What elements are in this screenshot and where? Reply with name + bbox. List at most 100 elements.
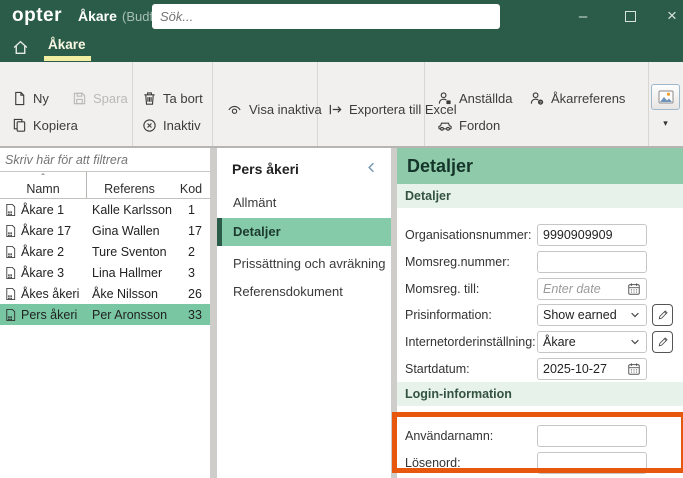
section-header-detaljer: Detaljer <box>397 184 683 208</box>
chevron-down-icon <box>631 312 639 318</box>
maximize-button[interactable] <box>613 0 647 32</box>
active-tab-underline <box>44 56 91 61</box>
copy-icon <box>13 118 26 132</box>
internet-edit-button[interactable] <box>652 331 673 353</box>
nav-item-detaljer[interactable]: Detaljer <box>217 218 391 246</box>
tab-akare[interactable]: Åkare <box>44 37 90 52</box>
momsnr-input[interactable] <box>537 251 647 273</box>
toolbar-group-image: ▾ <box>649 62 682 146</box>
home-icon[interactable] <box>12 39 29 56</box>
page-title: Detaljer <box>397 148 683 184</box>
form-row-orgnr: Organisationsnummer: <box>397 224 683 246</box>
form-row-prisinfo: Prisinformation: Show earned <box>397 304 683 326</box>
show-inactive-button[interactable]: Visa inaktiva <box>226 102 322 117</box>
toolbar-group-export: Exportera till Excel <box>318 62 457 146</box>
column-header-referens[interactable]: Referens <box>87 172 172 198</box>
form-row-anvandarnamn: Användarnamn: <box>397 425 683 447</box>
prisinfo-edit-button[interactable] <box>652 304 673 326</box>
export-arrow-icon <box>329 104 342 115</box>
maximize-icon <box>624 10 636 22</box>
carrier-reference-button[interactable]: ? Åkarreferens <box>529 91 625 106</box>
tab-bar: Åkare <box>0 32 683 62</box>
toolbar-group-edit: Ny Spara Kopiera <box>0 62 133 146</box>
momstill-date-input[interactable] <box>537 278 647 300</box>
section-header-login: Login-information <box>397 382 683 406</box>
panel-divider[interactable] <box>210 148 217 478</box>
save-icon <box>73 92 86 105</box>
circle-x-icon <box>143 119 156 132</box>
table-row-selected[interactable]: Pers åkeri Per Aronsson 33 <box>0 304 210 325</box>
internet-label: Internetorderinställning: <box>405 335 536 349</box>
form-row-startdatum: Startdatum: <box>397 358 683 380</box>
table-row[interactable]: Åkare 1 Kalle Karlsson 1 <box>0 199 210 220</box>
new-button[interactable]: Ny <box>12 91 49 106</box>
close-button[interactable]: × <box>655 0 683 32</box>
close-icon: × <box>667 6 677 25</box>
anvandarnamn-label: Användarnamn: <box>405 429 494 443</box>
orgnr-input[interactable] <box>537 224 647 246</box>
minimize-button[interactable]: – <box>566 0 600 32</box>
column-header-namn[interactable]: ˆ Namn <box>0 172 87 198</box>
losenord-input[interactable] <box>537 452 647 474</box>
inactive-button[interactable]: Inaktiv <box>142 118 201 133</box>
form-row-momsnr: Momsreg.nummer: <box>397 251 683 273</box>
table-row[interactable]: Åkare 2 Ture Sventon 2 <box>0 241 210 262</box>
anvandarnamn-input[interactable] <box>537 425 647 447</box>
internet-select[interactable]: Åkare <box>537 331 647 353</box>
company-icon <box>6 308 16 321</box>
momstill-label: Momsreg. till: <box>405 282 480 296</box>
momsnr-label: Momsreg.nummer: <box>405 255 510 269</box>
column-header-kod[interactable]: Kod <box>172 172 210 198</box>
carrier-nav-panel: Pers åkeri Allmänt Detaljer Prissättning… <box>217 148 391 478</box>
company-icon <box>6 224 16 237</box>
carrier-list-panel: ˆ Namn Referens Kod Åkare 1 Kalle Karlss… <box>0 148 210 478</box>
company-icon <box>6 266 16 279</box>
employees-button[interactable]: Anställda <box>437 91 512 106</box>
window-title: Åkare <box>78 8 117 24</box>
toolbar: Ny Spara Kopiera Ta bort Inaktiv Visa in… <box>0 62 683 148</box>
company-icon <box>6 203 16 216</box>
new-page-icon <box>15 91 25 106</box>
details-panel: Detaljer Detaljer Organisationsnummer: M… <box>397 148 683 478</box>
prisinfo-label: Prisinformation: <box>405 308 492 322</box>
startdatum-label: Startdatum: <box>405 362 470 376</box>
startdatum-date-input[interactable] <box>537 358 647 380</box>
save-button[interactable]: Spara <box>72 91 128 106</box>
filter-input[interactable] <box>0 148 210 172</box>
eye-icon <box>228 105 241 114</box>
toolbar-group-state: Ta bort Inaktiv <box>133 62 213 146</box>
losenord-label: Lösenord: <box>405 456 461 470</box>
title-bar: opter Åkare (Budfirman A – × <box>0 0 683 32</box>
table-row[interactable]: Åkare 17 Gina Wallen 17 <box>0 220 210 241</box>
table-row[interactable]: Åkare 3 Lina Hallmer 3 <box>0 262 210 283</box>
person-question-icon: ? <box>530 92 544 105</box>
delete-button[interactable]: Ta bort <box>142 91 203 106</box>
form-row-losenord: Lösenord: <box>397 452 683 474</box>
content-area: ˆ Namn Referens Kod Åkare 1 Kalle Karlss… <box>0 148 683 478</box>
collapse-panel-icon[interactable] <box>364 160 379 175</box>
image-dropdown-arrow[interactable]: ▾ <box>649 118 682 129</box>
toolbar-group-related: Anställda ? Åkarreferens Fordon <box>425 62 649 146</box>
company-icon <box>6 287 16 300</box>
form-row-momstill: Momsreg. till: <box>397 278 683 300</box>
nav-item-referensdokument[interactable]: Referensdokument <box>217 279 391 305</box>
search-input[interactable] <box>152 4 500 29</box>
pencil-icon <box>658 337 668 347</box>
nav-carrier-name: Pers åkeri <box>232 161 299 177</box>
pencil-icon <box>658 310 668 320</box>
image-icon <box>658 90 673 104</box>
car-icon <box>438 122 452 131</box>
person-tag-icon <box>438 92 451 105</box>
image-button[interactable] <box>651 84 680 110</box>
nav-item-prissattning[interactable]: Prissättning och avräkning <box>217 251 391 277</box>
copy-button[interactable]: Kopiera <box>12 118 78 133</box>
orgnr-label: Organisationsnummer: <box>405 228 532 242</box>
vehicles-button[interactable]: Fordon <box>437 118 500 133</box>
prisinfo-select[interactable]: Show earned <box>537 304 647 326</box>
toolbar-group-view: Visa inaktiva <box>213 62 322 146</box>
chevron-down-icon <box>631 339 639 345</box>
nav-item-allmant[interactable]: Allmänt <box>217 190 391 216</box>
list-header: ˆ Namn Referens Kod <box>0 172 210 199</box>
trash-icon <box>144 92 155 105</box>
table-row[interactable]: Åkes åkeri Åke Nilsson 26 <box>0 283 210 304</box>
